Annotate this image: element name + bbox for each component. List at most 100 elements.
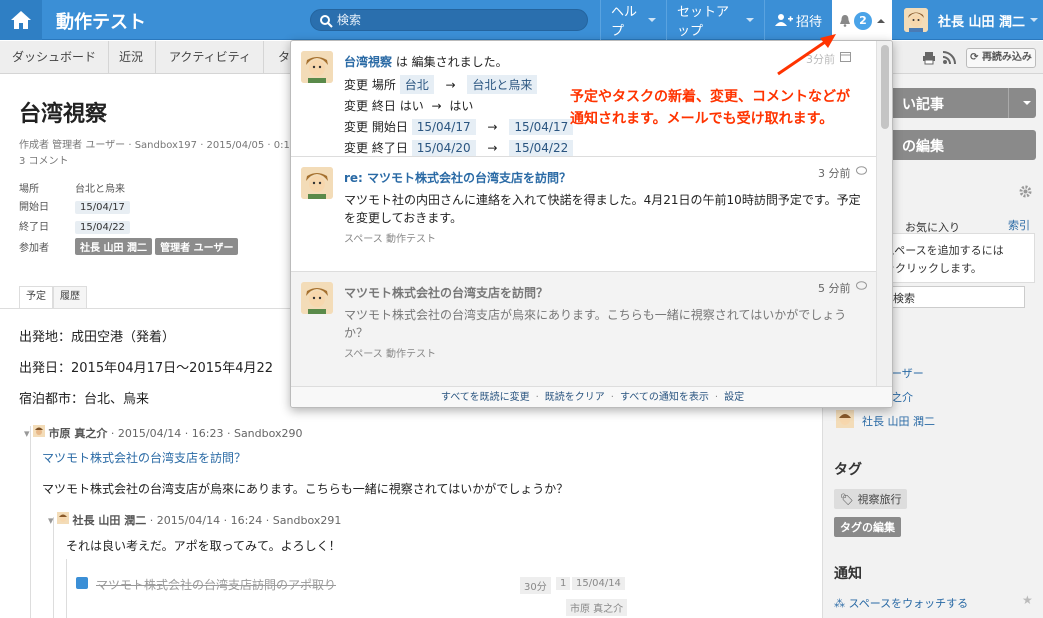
home-button[interactable] xyxy=(0,0,42,40)
comment-count[interactable]: 3 コメント xyxy=(19,152,69,167)
change-row-end: 変更 終了日 15/04/20 → 15/04/22 xyxy=(344,139,574,156)
notification-title[interactable]: マツモト株式会社の台湾支店を訪問？ xyxy=(344,284,548,301)
task-checkbox[interactable] xyxy=(76,577,88,589)
edit-label: の編集 xyxy=(902,139,944,155)
notification-item[interactable]: マツモト株式会社の台湾支店を訪問？ 5 分前 マツモト株式会社の台湾支店が烏來に… xyxy=(291,272,876,386)
change-row-place: 変更 場所 台北 → 台北と烏来 xyxy=(344,75,538,94)
comment-icon xyxy=(856,281,867,290)
attendee-chip[interactable]: 管理者 ユーザー xyxy=(155,238,239,255)
notification-footer: すべてを既読に変更 · 既読をクリア · すべての通知を表示 · 設定 xyxy=(291,386,892,407)
annotation-text: 予定やタスクの新着、変更、コメントなどが 通知されます。メールでも受け取れます。 xyxy=(570,86,850,130)
rss-icon[interactable] xyxy=(942,51,956,65)
index-tab[interactable]: 索引 xyxy=(1008,217,1030,233)
reload-label: 再読み込み xyxy=(981,52,1032,63)
tab-dashboard[interactable]: ダッシュボード xyxy=(0,41,110,74)
tab-history[interactable]: 履歴 xyxy=(53,286,87,308)
arrow: → xyxy=(487,141,498,155)
search-input[interactable] xyxy=(337,12,577,28)
view-all-link[interactable]: すべての通知を表示 xyxy=(620,392,709,403)
notification-space: スペース 動作テスト xyxy=(344,234,436,245)
notification-title[interactable]: 台湾視察 xyxy=(344,55,392,69)
user-menu[interactable]: 社長 山田 潤二 xyxy=(892,0,1043,40)
change-field: 終日 xyxy=(371,99,396,113)
notification-item[interactable]: re: マツモト株式会社の台湾支店を訪問？ 3 分前 マツモト社の内田さんに連絡… xyxy=(291,157,876,271)
content-tabs: 予定 履歴 xyxy=(19,286,87,308)
arrow: → xyxy=(487,120,498,134)
old-value: 15/04/20 xyxy=(411,140,476,156)
arrow: → xyxy=(431,99,442,113)
gear-icon[interactable] xyxy=(1019,185,1032,198)
user-avatar xyxy=(904,8,928,32)
notification-count-badge: 2 xyxy=(854,11,872,30)
setup-label: セットアップ xyxy=(677,5,730,39)
comment-author[interactable]: 社長 山田 潤二 xyxy=(73,514,147,527)
comment-author[interactable]: 市原 真之介 xyxy=(49,427,108,440)
field-label: 開始日 xyxy=(19,202,49,213)
watch-space-link[interactable]: ⁂ スペースをウォッチする xyxy=(834,595,968,611)
chevron-down-icon xyxy=(648,18,656,22)
notify-heading: 通知 xyxy=(834,566,862,582)
field-start: 開始日 15/04/17 xyxy=(19,198,130,214)
avatar xyxy=(33,425,46,437)
attendee-chip[interactable]: 社長 山田 潤二 xyxy=(75,238,152,255)
field-label: 終了日 xyxy=(19,222,49,233)
notification-title[interactable]: re: マツモト株式会社の台湾支店を訪問？ xyxy=(344,169,571,186)
setup-menu[interactable]: セットアップ xyxy=(666,0,764,40)
print-icon[interactable] xyxy=(922,51,936,65)
new-value: はい xyxy=(449,99,474,113)
page-title: 台湾視察 xyxy=(19,102,108,127)
chevron-down-icon xyxy=(746,18,754,22)
page-meta: 作成者 管理者 ユーザー · Sandbox197 · 2015/04/05 ·… xyxy=(19,140,290,151)
tab-activity[interactable]: アクティビティ xyxy=(157,41,264,74)
task-number: 1 xyxy=(556,577,571,590)
mark-all-read-link[interactable]: すべてを既読に変更 xyxy=(441,392,530,403)
reload-button[interactable]: ⟳ 再読み込み xyxy=(966,48,1036,68)
field-value: 15/04/22 xyxy=(75,221,130,234)
comment-meta: 2015/04/14 · 16:23 · Sandbox290 xyxy=(117,427,303,440)
bell-icon xyxy=(840,15,850,27)
invite-label: 招待 xyxy=(796,14,823,30)
chevron-down-icon xyxy=(1023,101,1031,105)
user-name: 社長 山田 潤二 xyxy=(938,14,1026,30)
add-user-icon xyxy=(775,14,793,26)
notification-text: か？ xyxy=(344,326,369,340)
notifications-button[interactable]: 2 xyxy=(832,0,892,41)
comment-meta: 2015/04/14 · 16:24 · Sandbox291 xyxy=(156,514,342,527)
thread-line xyxy=(53,517,54,618)
task-assignee: 市原 真之介 xyxy=(566,599,628,616)
avatar xyxy=(57,512,70,524)
tab-schedule[interactable]: 予定 xyxy=(19,286,53,308)
thread-line xyxy=(30,426,31,618)
app-title[interactable]: 動作テスト xyxy=(56,8,146,34)
search-box[interactable] xyxy=(310,9,588,31)
task-date: 15/04/14 xyxy=(572,577,625,590)
tags-heading: タグ xyxy=(834,462,862,478)
help-label: ヘルプ xyxy=(611,5,638,39)
tag-chip[interactable]: 🏷 視察旅行 xyxy=(834,489,908,509)
member-link[interactable]: 社長 山田 潤二 xyxy=(862,413,935,429)
change-label: 変更 xyxy=(344,78,369,92)
notification-text: マツモト株式会社の台湾支店が烏來にあります。こちらも一緒に視察されてはいかがでし… xyxy=(344,308,847,322)
watch-label: スペースをウォッチする xyxy=(848,597,969,610)
help-menu[interactable]: ヘルプ xyxy=(600,0,666,40)
tag-label: 視察旅行 xyxy=(857,493,902,506)
comment-text: それは良い考えだ。アポを取ってみて。よろしく！ xyxy=(66,539,341,553)
arrow: → xyxy=(445,78,456,92)
change-field: 開始日 xyxy=(371,120,408,134)
avatar xyxy=(301,51,333,83)
tab-recent[interactable]: 近況 xyxy=(107,41,157,74)
comment-title-link[interactable]: マツモト株式会社の台湾支店を訪問？ xyxy=(42,449,246,466)
star-icon[interactable]: ★ xyxy=(1022,593,1033,607)
new-value: 15/04/17 xyxy=(509,119,574,135)
clear-read-link[interactable]: 既読をクリア xyxy=(545,392,605,403)
chevron-up-icon xyxy=(877,18,885,23)
new-value: 15/04/22 xyxy=(509,140,574,156)
arrow-annotation-icon xyxy=(777,34,836,76)
scroll-thumb[interactable] xyxy=(881,45,889,129)
edit-tags-button[interactable]: タグの編集 xyxy=(834,517,901,537)
change-label: 変更 xyxy=(344,120,369,134)
body-text: 宿泊都市：台北、烏来 xyxy=(19,392,150,407)
settings-link[interactable]: 設定 xyxy=(724,392,744,403)
new-value: 台北と烏来 xyxy=(467,75,538,94)
change-row-start: 変更 開始日 15/04/17 → 15/04/17 xyxy=(344,118,574,135)
